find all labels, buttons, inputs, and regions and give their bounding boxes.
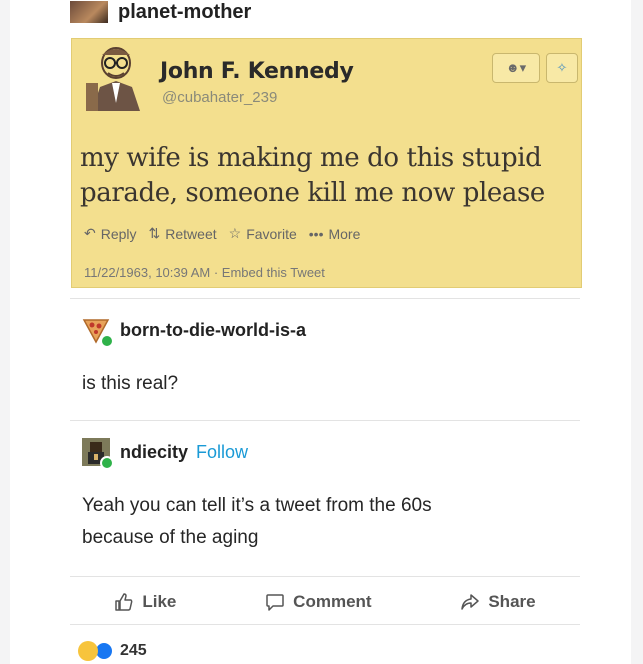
reaction-count: 245	[120, 642, 147, 659]
share-arrow-icon	[461, 594, 480, 610]
more-label: More	[328, 225, 361, 242]
tweet-text-line: parade, someone kill me now please	[80, 178, 545, 208]
commenter-avatar[interactable]	[82, 316, 114, 348]
screenshot: planet-mother John F. Kennedy @cubahater…	[0, 0, 643, 664]
retweet-icon: ⇅	[148, 225, 161, 241]
comment-label: Comment	[293, 592, 372, 611]
more-action[interactable]: ••• More	[309, 225, 361, 242]
tweet-text: my wife is making me do this stupid para…	[80, 141, 575, 211]
retweet-label: Retweet	[165, 225, 217, 242]
commenter-name[interactable]: born-to-die-world-is-a	[120, 320, 306, 341]
commenter-name[interactable]: ndiecity	[120, 442, 188, 463]
retweet-action[interactable]: ⇅ Retweet	[149, 225, 217, 242]
like-button[interactable]: Like	[114, 592, 176, 612]
user-icon: ☻▾	[505, 60, 527, 75]
comment-line: is this real?	[82, 373, 179, 394]
author-avatar[interactable]	[70, 1, 108, 23]
author-name[interactable]: planet-mother	[118, 1, 251, 24]
facebook-action-bar: Like Comment Share	[70, 582, 580, 622]
divider	[70, 420, 580, 421]
more-icon: •••	[308, 225, 324, 242]
post-header: planet-mother	[70, 0, 251, 24]
bird-icon: ✧	[556, 60, 568, 75]
comment-header: ndiecity Follow	[82, 438, 248, 470]
tweet-actions: ↶ Reply ⇅ Retweet ☆ Favorite ••• More	[84, 225, 360, 242]
comment-button[interactable]: Comment	[265, 592, 372, 612]
favorite-label: Favorite	[246, 225, 297, 242]
reply-label: Reply	[100, 225, 137, 242]
tweet-name: John F. Kennedy	[160, 59, 354, 84]
comment-text: Yeah you can tell it’s a tweet from the …	[82, 490, 432, 554]
divider	[70, 576, 580, 577]
divider	[70, 624, 580, 625]
follow-badge-icon	[100, 334, 114, 348]
divider	[70, 298, 580, 299]
tweet-meta: 11/22/1963, 10:39 AM · Embed this Tweet	[84, 265, 325, 280]
twitter-button[interactable]: ✧	[546, 53, 578, 83]
comment-text: is this real?	[82, 368, 178, 400]
like-label: Like	[142, 592, 177, 611]
haha-reaction-icon	[78, 641, 98, 661]
comment-bubble-icon	[266, 594, 284, 611]
follow-badge-icon	[100, 456, 114, 470]
tweet-card: John F. Kennedy @cubahater_239 ☻▾ ✧ my w…	[71, 38, 582, 288]
comment-line: because of the aging	[82, 527, 259, 548]
share-button[interactable]: Share	[460, 592, 536, 612]
star-icon: ☆	[228, 225, 242, 241]
comment-line: Yeah you can tell it’s a tweet from the …	[82, 495, 432, 516]
follow-link[interactable]: Follow	[196, 442, 248, 463]
comment-header: born-to-die-world-is-a	[82, 316, 306, 348]
tweet-handle: @cubahater_239	[162, 89, 278, 106]
follow-menu-button[interactable]: ☻▾	[492, 53, 540, 83]
commenter-avatar[interactable]	[82, 438, 114, 470]
tweet-text-line: my wife is making me do this stupid	[80, 143, 542, 173]
reaction-summary[interactable]: 245	[78, 641, 147, 661]
favorite-action[interactable]: ☆ Favorite	[229, 225, 297, 242]
tweet-avatar	[86, 43, 148, 111]
share-label: Share	[488, 592, 536, 611]
reply-icon: ↶	[84, 225, 96, 241]
thumbs-up-icon	[115, 593, 133, 611]
reply-action[interactable]: ↶ Reply	[84, 225, 137, 242]
